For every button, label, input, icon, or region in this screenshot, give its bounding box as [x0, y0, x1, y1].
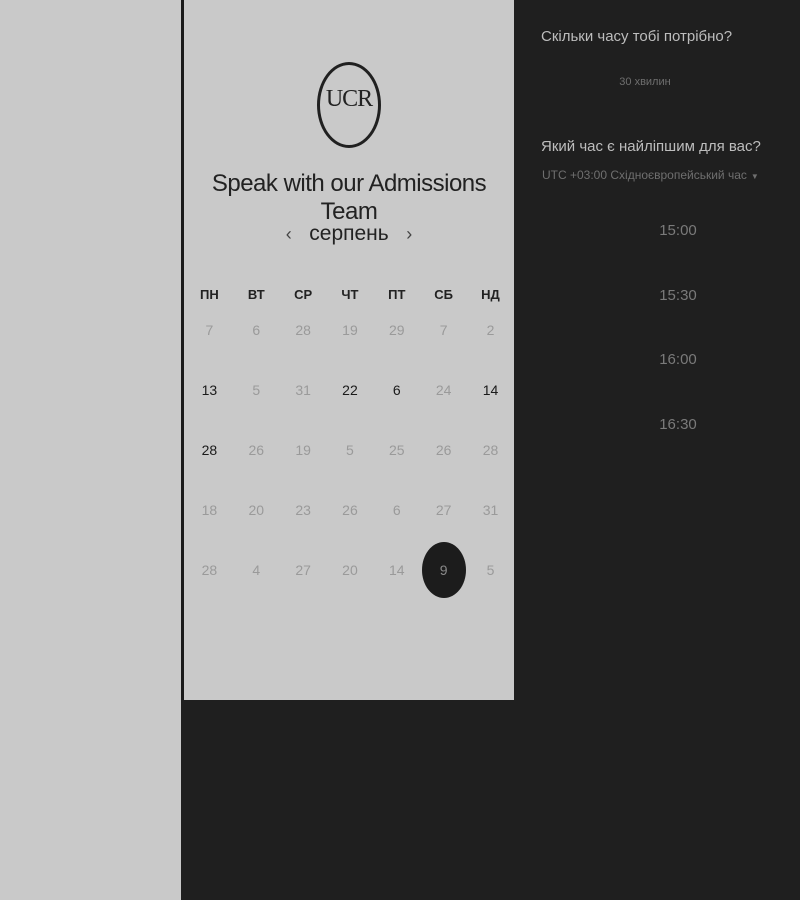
calendar-day: 27	[435, 502, 452, 518]
chevron-right-icon[interactable]: ›	[394, 224, 424, 245]
calendar-day: 23	[295, 502, 311, 518]
calendar-day: 14	[389, 562, 405, 578]
calendar-day: 7	[439, 322, 448, 338]
duration-option[interactable]: 30 хвилин	[480, 76, 800, 88]
calendar-week: 7 6 28 19 29 7 2	[186, 300, 514, 360]
duration-question: Скільки часу тобі потрібно?	[541, 28, 733, 45]
calendar-day-available[interactable]: 28	[186, 422, 233, 478]
time-slot-button[interactable]: 16:30	[604, 416, 752, 433]
calendar-day: 29	[389, 322, 405, 338]
caret-down-icon: ▼	[750, 172, 759, 181]
calendar-day: 31	[295, 382, 311, 398]
calendar-day-available[interactable]: 22	[327, 362, 374, 418]
calendar-week: 28 26 19 5 25 26 28	[186, 420, 514, 480]
calendar-week: 18 20 23 26 6 27 31	[186, 480, 514, 540]
chevron-left-icon[interactable]: ‹	[274, 224, 304, 245]
timezone-label: UTC +03:00 Східноєвропейський час	[542, 168, 747, 182]
calendar-day: 28	[482, 442, 499, 458]
scheduler-panel: Скільки часу тобі потрібно? 30 хвилин Як…	[514, 0, 800, 900]
calendar-day: 24	[435, 382, 452, 398]
time-slot-button[interactable]: 16:00	[604, 351, 752, 368]
calendar-day: 19	[295, 442, 311, 458]
month-label: серпень	[309, 222, 389, 245]
calendar-day: 6	[252, 322, 261, 338]
calendar-day: 26	[248, 442, 265, 458]
calendar-day: 5	[252, 382, 261, 398]
calendar-day: 27	[295, 562, 311, 578]
calendar-day-available[interactable]: 13	[186, 362, 233, 418]
logo-text: UCR	[325, 86, 373, 112]
calendar-day: 20	[342, 562, 358, 578]
calendar-week: 28 4 27 20 14 9 5	[186, 540, 514, 600]
time-slot-button[interactable]: 15:30	[604, 287, 752, 304]
calendar-day-available[interactable]: 6	[373, 362, 420, 418]
booking-card: UCR Speak with our Admissions Team ‹ сер…	[184, 0, 514, 700]
calendar-grid: 7 6 28 19 29 7 2 13 5 31 22 6 24 14 28 2…	[186, 300, 514, 600]
calendar-day: 6	[392, 502, 401, 518]
calendar-day: 26	[342, 502, 358, 518]
calendar-day: 31	[482, 502, 499, 518]
calendar-day: 5	[486, 562, 495, 578]
calendar-day: 2	[486, 322, 495, 338]
calendar-day: 5	[346, 442, 354, 458]
calendar-day: 19	[342, 322, 358, 338]
page-title: Speak with our Admissions Team	[211, 170, 487, 225]
calendar-day: 28	[295, 322, 311, 338]
calendar-day: 18	[201, 502, 218, 518]
calendar-day-selected[interactable]: 9	[420, 542, 467, 598]
left-background-panel	[0, 0, 181, 900]
month-navigation: ‹ серпень ›	[184, 222, 514, 246]
calendar-day: 7	[205, 322, 214, 338]
calendar-day: 28	[201, 562, 218, 578]
time-question: Який час є найліпшим для вас?	[541, 138, 761, 155]
time-slot-button[interactable]: 15:00	[604, 222, 752, 239]
calendar-week: 13 5 31 22 6 24 14	[186, 360, 514, 420]
calendar-day: 20	[248, 502, 265, 518]
timezone-select[interactable]: UTC +03:00 Східноєвропейський час ▼	[542, 168, 759, 182]
calendar-day-available[interactable]: 14	[467, 362, 514, 418]
calendar-day: 25	[389, 442, 405, 458]
calendar-day: 4	[252, 562, 261, 578]
calendar-day: 26	[435, 442, 452, 458]
